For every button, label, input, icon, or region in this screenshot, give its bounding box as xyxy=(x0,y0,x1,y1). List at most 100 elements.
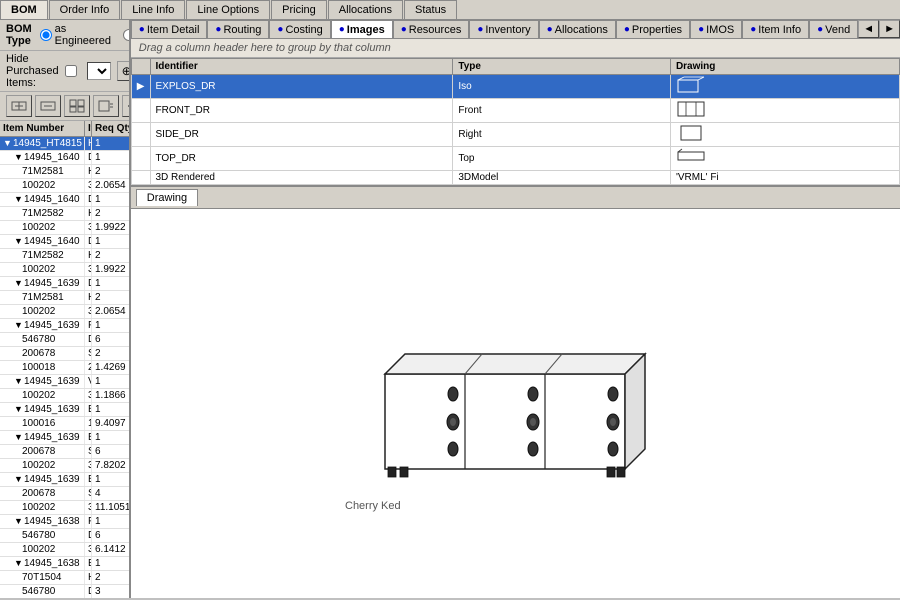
tab-allocations[interactable]: ●Allocations xyxy=(539,20,616,38)
toolbar-btn-3[interactable] xyxy=(64,95,90,117)
cell-qty: 1 xyxy=(92,557,129,570)
expand-cell xyxy=(131,171,150,185)
table-row[interactable]: 100202 3/4"-PB Cherry Med 11.1051 xyxy=(0,501,129,515)
list-item[interactable]: TOP_DR Top xyxy=(131,147,899,171)
table-row[interactable]: 100202 3/4"-PB Cherry Med 1.9922 xyxy=(0,221,129,235)
cell-desc: 3/4"-PB Cherry Med xyxy=(85,221,92,234)
tab-line-info[interactable]: Line Info xyxy=(121,0,185,19)
tab-order-info[interactable]: Order Info xyxy=(49,0,121,19)
table-row[interactable]: 200678 SCREW 1-1/4 NO. 8 4 xyxy=(0,487,129,501)
table-row[interactable]: ▼14945_1640 Door RH (Hutch) 1 xyxy=(0,193,129,207)
col-item-number[interactable]: Item Number xyxy=(0,121,85,136)
table-row[interactable]: ▼14945_1640 Door LH (Hutch) 1 xyxy=(0,151,129,165)
drawing-thumbnail xyxy=(676,100,706,118)
table-row[interactable]: ▼14945_1640 Door LH (Hutch) 1 xyxy=(0,235,129,249)
col-item-desc[interactable]: Item Description xyxy=(85,121,92,136)
radio-as-processed[interactable]: as Processed xyxy=(123,23,131,47)
cell-desc: Dowel 10X45 xyxy=(85,529,92,542)
toolbar-btn-5[interactable] xyxy=(122,95,131,117)
table-row[interactable]: ▼14945_1639 Partition (Hutch) 1 xyxy=(0,319,129,333)
table-row[interactable]: ▼14945_1638 End LH (Hutch) 1 xyxy=(0,557,129,571)
table-row[interactable]: 100202 3/4"-PB Cherry Med 7.8202 xyxy=(0,459,129,473)
tab-costing[interactable]: ●Costing xyxy=(269,20,330,38)
cell-item-number: ▼14945_HT4815 xyxy=(0,137,85,150)
list-item[interactable]: ▶ EXPLOS_DR Iso xyxy=(131,75,899,99)
table-row[interactable]: ▼14945_1639 Back Lower (Hutch) 1 xyxy=(0,473,129,487)
col-drawing[interactable]: Drawing xyxy=(670,59,899,75)
col-req-qty[interactable]: Req Qty xyxy=(92,121,131,136)
table-row[interactable]: 100202 3/4"-PB Cherry Med 6.1412 xyxy=(0,543,129,557)
table-row[interactable]: 200678 SCREW 1-1/4 NO. 8 2 xyxy=(0,347,129,361)
table-row[interactable]: ▼14945_1639 Back Upper (Hutch) 1 xyxy=(0,431,129,445)
drawing-tab[interactable]: Drawing xyxy=(136,189,198,206)
table-row[interactable]: ▼14945_HT4815 Hutch with 4 Doors 1 xyxy=(0,137,129,151)
bom-panel: BOM Type as Engineered as Processed ⟳ Hi… xyxy=(0,20,131,598)
table-row[interactable]: 546780 Dowel 10X45 6 xyxy=(0,529,129,543)
table-row[interactable]: 546780 Dowel 10X45 6 xyxy=(0,333,129,347)
tab-icon: ● xyxy=(750,24,756,35)
tab-resources[interactable]: ●Resources xyxy=(393,20,470,38)
expand-cell xyxy=(131,123,150,147)
cell-item-number: 200678 xyxy=(0,487,85,500)
table-row[interactable]: 71M2581 Hinge 95D Inset 2 xyxy=(0,165,129,179)
col-type[interactable]: Type xyxy=(453,59,671,75)
tab-icon: ● xyxy=(401,24,407,35)
filter-button[interactable]: ⊕ xyxy=(117,61,131,81)
tab-imos[interactable]: ●IMOS xyxy=(690,20,742,38)
toolbar-btn-4[interactable] xyxy=(93,95,119,117)
cell-item-number: ▼14945_1639 xyxy=(0,403,85,416)
list-item[interactable]: SIDE_DR Right xyxy=(131,123,899,147)
table-row[interactable]: ▼14945_1639 Door RH (Hutch) 1 xyxy=(0,277,129,291)
tab-bom[interactable]: BOM xyxy=(0,0,48,19)
list-item[interactable]: 3D Rendered 3DModel 'VRML' Fi xyxy=(131,171,899,185)
table-row[interactable]: 100018 29mm-PB Cherry-Ch 1.4269 xyxy=(0,361,129,375)
tab-images[interactable]: ●Images xyxy=(331,20,393,38)
table-row[interactable]: ▼14945_1639 Valance (Hutch) 1 xyxy=(0,375,129,389)
tab-item-detail[interactable]: ●Item Detail xyxy=(131,20,208,38)
table-row[interactable]: 100202 3/4"-PB Cherry Med 1.1866 xyxy=(0,389,129,403)
toolbar-btn-1[interactable] xyxy=(6,95,32,117)
tab-status[interactable]: Status xyxy=(404,0,457,19)
col-identifier[interactable]: Identifier xyxy=(150,59,453,75)
cell-desc: SCREW 1-1/4 NO. 8 xyxy=(85,487,92,500)
drawing-cell xyxy=(670,99,899,123)
bom-rows-container[interactable]: ▼14945_HT4815 Hutch with 4 Doors 1 ▼1494… xyxy=(0,137,129,598)
table-row[interactable]: 71M2581 Hinge 95D Inset 2 xyxy=(0,291,129,305)
table-row[interactable]: 70T1504 HINGE COVER CAP 2 xyxy=(0,571,129,585)
cell-qty: 7.8202 xyxy=(92,459,129,472)
identifier-cell: EXPLOS_DR xyxy=(150,75,453,99)
table-row[interactable]: 100202 3/4"-PB Cherry Med 2.0654 xyxy=(0,179,129,193)
tabs-scroll-right[interactable]: ► xyxy=(879,20,900,38)
table-row[interactable]: 100202 3/4"-PB Cherry Med 2.0654 xyxy=(0,305,129,319)
cell-item-number: 71M2582 xyxy=(0,249,85,262)
hide-purchased-checkbox[interactable] xyxy=(65,65,77,77)
cell-qty: 6 xyxy=(92,445,129,458)
table-row[interactable]: ▼14945_1638 Fixed Shelf (Hutch) 1 xyxy=(0,515,129,529)
images-table: Identifier Type Drawing ▶ EXPLOS_DR Iso xyxy=(131,58,900,185)
cell-item-number: 100202 xyxy=(0,263,85,276)
table-row[interactable]: 200678 SCREW 1-1/4 NO. 8 6 xyxy=(0,445,129,459)
table-row[interactable]: 100202 3/4"-PB Cherry Med 1.9922 xyxy=(0,263,129,277)
table-row[interactable]: 71M2582 Hinge 95D FO Door 2 xyxy=(0,207,129,221)
table-row[interactable]: 71M2582 Hinge 95D FO Door 2 xyxy=(0,249,129,263)
cell-item-number: ▼14945_1638 xyxy=(0,557,85,570)
cell-item-number: 100202 xyxy=(0,221,85,234)
table-row[interactable]: 546780 Dowel 10X45 3 xyxy=(0,585,129,598)
drawing-cell xyxy=(670,75,899,99)
tab-properties[interactable]: ●Properties xyxy=(616,20,690,38)
list-item[interactable]: FRONT_DR Front xyxy=(131,99,899,123)
tab-routing[interactable]: ●Routing xyxy=(207,20,269,38)
tab-line-options[interactable]: Line Options xyxy=(186,0,270,19)
tab-vend[interactable]: ●Vend xyxy=(809,20,858,38)
table-row[interactable]: ▼14945_1639 Back 1 xyxy=(0,403,129,417)
radio-as-engineered[interactable]: as Engineered xyxy=(40,23,111,47)
cell-qty: 4 xyxy=(92,487,129,500)
table-row[interactable]: 100016 12TKBD No Surface 9.4097 xyxy=(0,417,129,431)
toolbar-btn-2[interactable] xyxy=(35,95,61,117)
tab-pricing[interactable]: Pricing xyxy=(271,0,327,19)
hide-purchased-dropdown[interactable] xyxy=(87,62,111,80)
tab-item-info[interactable]: ●Item Info xyxy=(742,20,809,38)
tab-allocations[interactable]: Allocations xyxy=(328,0,403,19)
tabs-scroll-left[interactable]: ◄ xyxy=(858,20,879,38)
tab-inventory[interactable]: ●Inventory xyxy=(469,20,538,38)
